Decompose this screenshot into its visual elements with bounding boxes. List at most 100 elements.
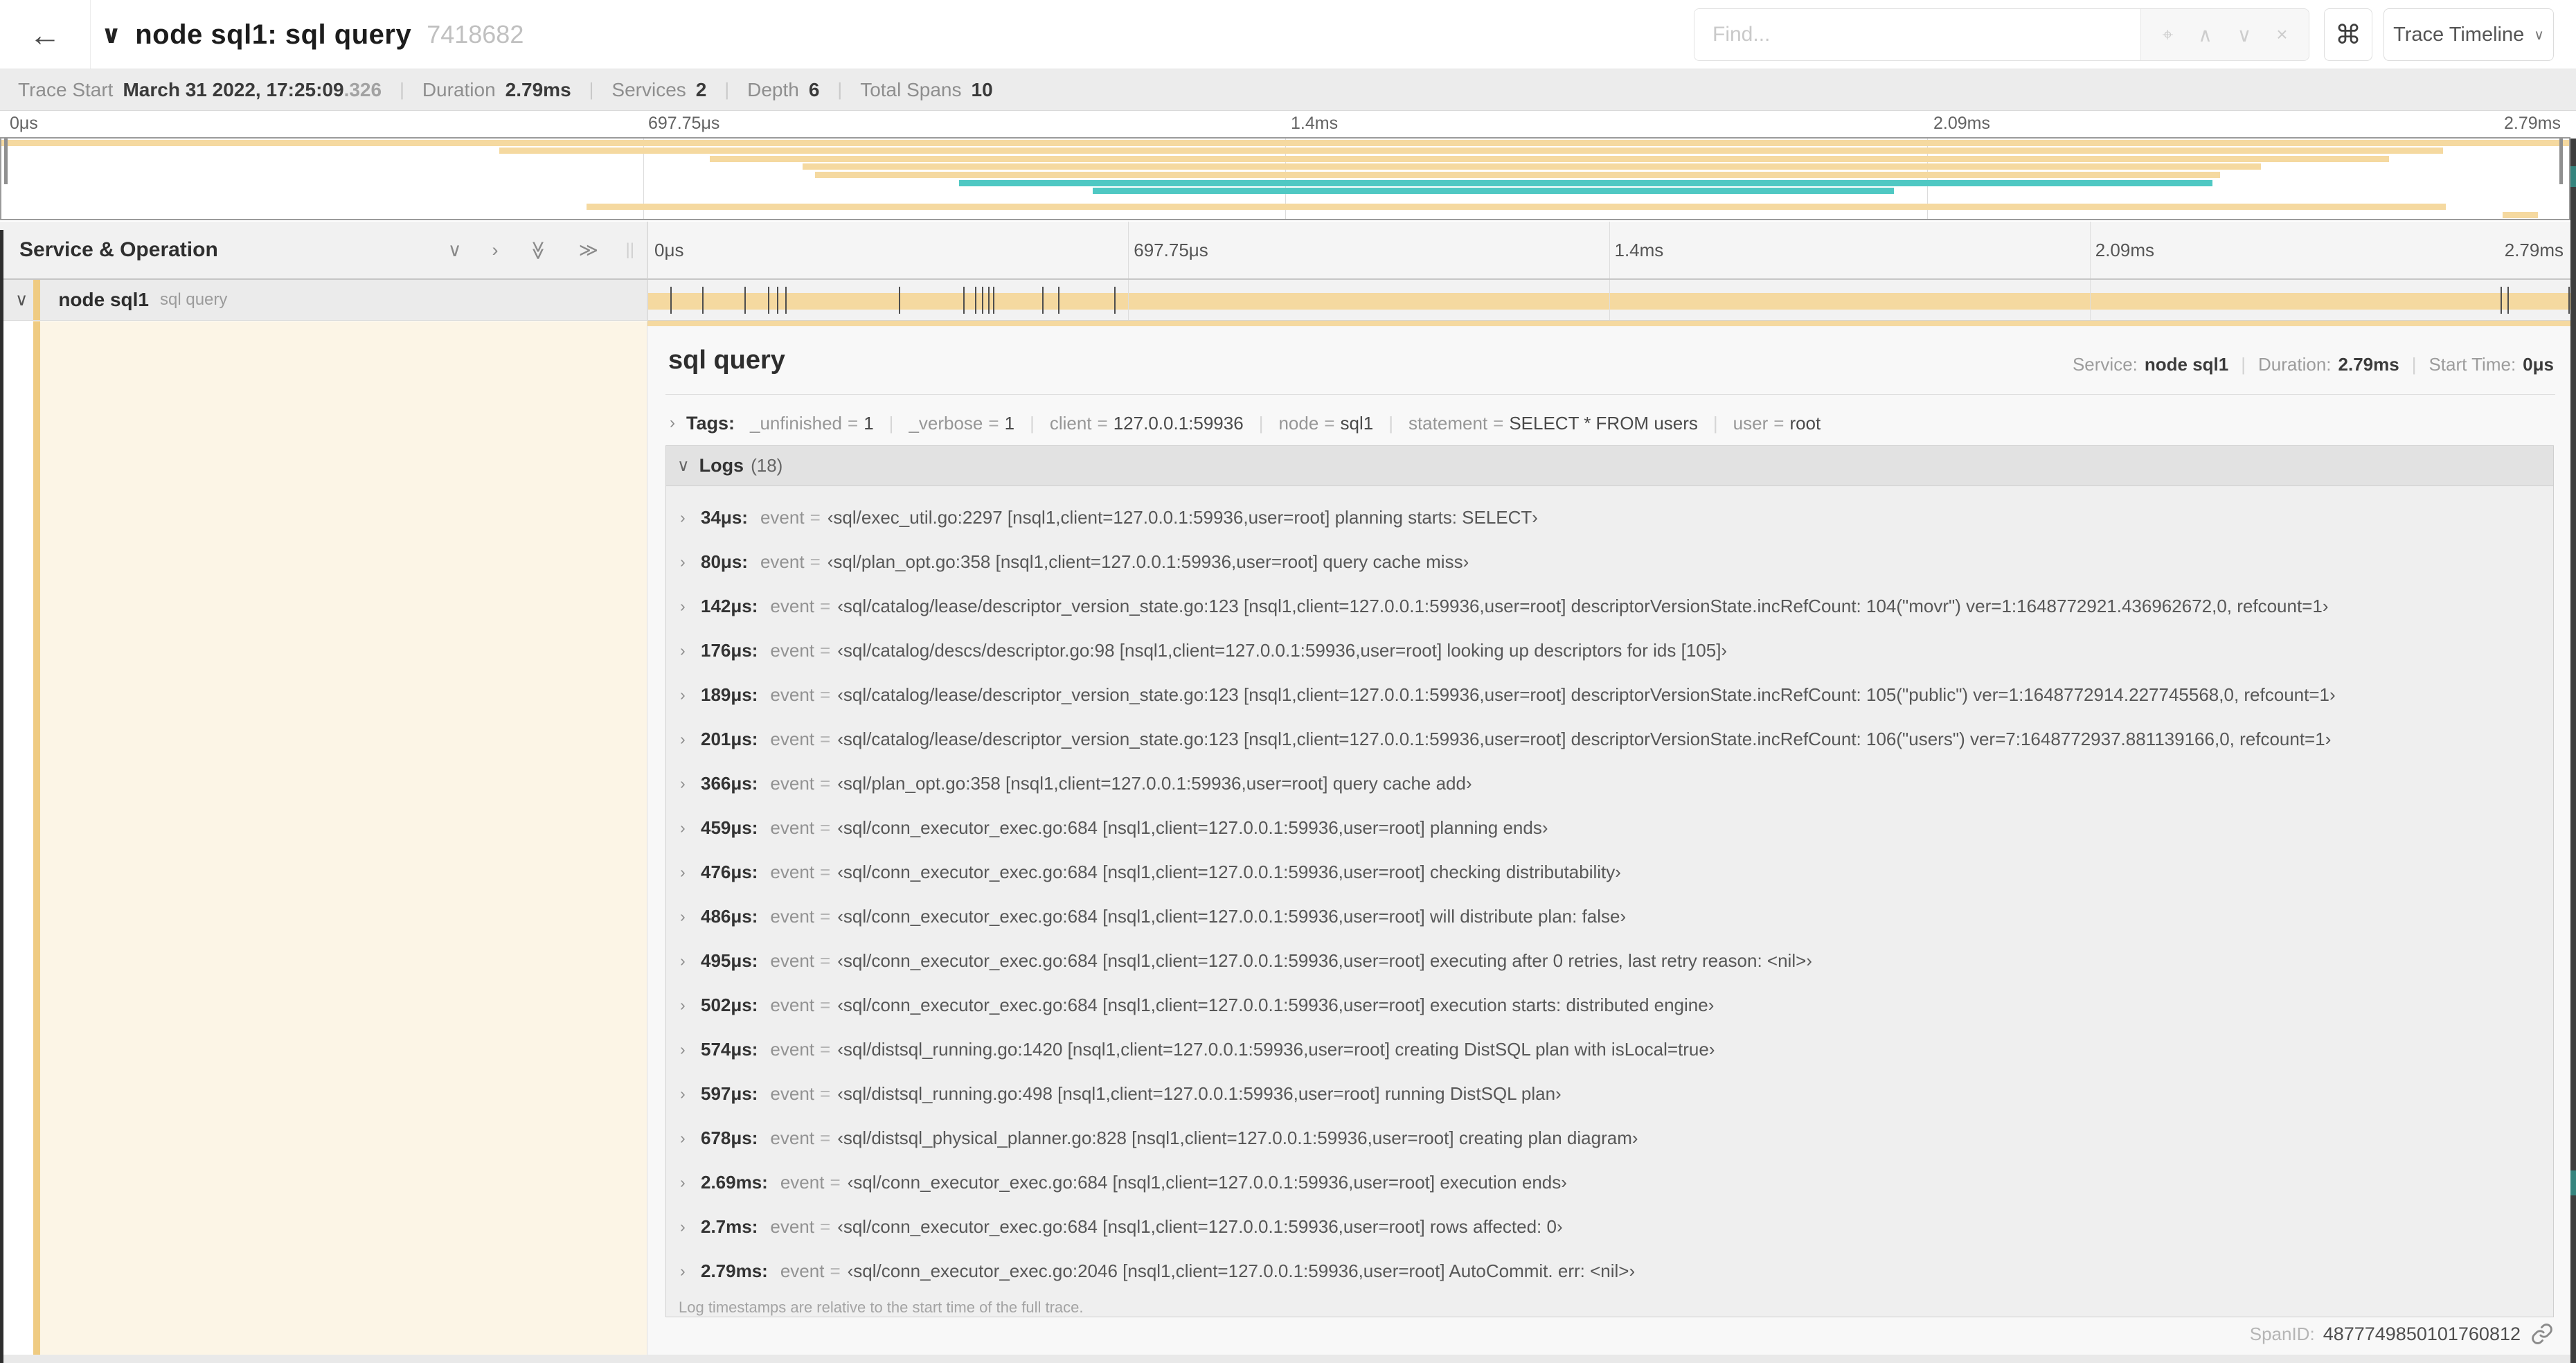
tag-item: _verbose = 1 [909, 413, 1014, 434]
log-row[interactable]: › 597μs: event = ‹sql/distsql_running.go:498… [666, 1071, 2553, 1116]
minimap-span-bar [2502, 211, 2539, 218]
log-row[interactable]: › 201μs: event = ‹sql/catalog/lease/descript… [666, 717, 2553, 761]
span-row-name-cell[interactable]: ∨ node sql1 sql query [0, 280, 647, 321]
log-field-value: ‹sql/distsql_running.go:498 [nsql1,clien… [837, 1083, 1562, 1104]
log-tick [670, 287, 672, 314]
chevron-right-icon[interactable]: › [680, 730, 701, 749]
trace-timeline-view-selector[interactable]: Trace Timeline ∨ [2383, 8, 2554, 61]
chevron-right-icon[interactable]: › [680, 1040, 701, 1059]
chevron-right-icon[interactable]: › [680, 1085, 701, 1103]
equals-sign: = [1097, 412, 1108, 434]
log-timestamp: 176μs: [701, 639, 758, 661]
span-id-label: SpanID: [2249, 1323, 2315, 1344]
equals-sign: = [820, 728, 831, 749]
span-detail-title: sql query [668, 346, 785, 375]
log-tick [777, 287, 779, 314]
log-row[interactable]: › 459μs: event = ‹sql/conn_executor_exec.go:… [666, 805, 2553, 850]
log-row[interactable]: › 574μs: event = ‹sql/distsql_running.go:142… [666, 1027, 2553, 1071]
expand-one-icon[interactable]: › [492, 240, 498, 261]
focus-match-icon[interactable]: ⌖ [2162, 24, 2173, 46]
log-row[interactable]: › 495μs: event = ‹sql/conn_executor_exec.go:… [666, 938, 2553, 983]
deep-link-icon[interactable] [2530, 1322, 2554, 1346]
log-row[interactable]: › 142μs: event = ‹sql/catalog/lease/descript… [666, 584, 2553, 628]
log-field-key: event [770, 861, 815, 882]
log-row[interactable]: › 176μs: event = ‹sql/catalog/descs/descript… [666, 628, 2553, 672]
expand-all-icon[interactable]: ≫ [579, 240, 598, 261]
log-row[interactable]: › 366μs: event = ‹sql/plan_opt.go:358 [nsql1… [666, 761, 2553, 805]
tag-value: sql1 [1340, 412, 1374, 434]
span-row-timeline-cell[interactable] [647, 280, 2570, 321]
trace-timeline-label: Trace Timeline [2393, 23, 2525, 46]
log-tick [1042, 287, 1044, 314]
background-fragment [2570, 1170, 2576, 1195]
chevron-right-icon[interactable]: › [680, 907, 701, 926]
log-row[interactable]: › 2.69ms: event = ‹sql/conn_executor_exec.go… [666, 1160, 2553, 1204]
chevron-right-icon[interactable]: › [680, 1262, 701, 1281]
log-row[interactable]: › 2.79ms: event = ‹sql/conn_executor_exec.go… [666, 1249, 2553, 1293]
tags-row[interactable]: › Tags: _unfinished = 1 | _verbose = 1 | client =… [670, 407, 2557, 440]
equals-sign: = [820, 861, 831, 882]
span-collapse-chevron-icon[interactable]: ∨ [15, 289, 28, 310]
tag-item: user = root [1733, 413, 1821, 434]
chevron-down-icon: ∨ [2534, 27, 2544, 43]
equals-sign: = [820, 1083, 831, 1104]
chevron-right-icon[interactable]: › [680, 508, 701, 527]
chevron-right-icon[interactable]: › [680, 1218, 701, 1236]
chevron-right-icon[interactable]: › [680, 641, 701, 660]
chevron-right-icon[interactable]: › [680, 1173, 701, 1192]
chevron-right-icon[interactable]: › [680, 597, 701, 616]
minimap-left-scrubber[interactable] [4, 139, 8, 184]
equals-sign: = [1324, 412, 1335, 434]
tags-label: Tags: [686, 412, 735, 434]
chevron-right-icon[interactable]: › [680, 774, 701, 793]
chevron-right-icon[interactable]: › [680, 553, 701, 571]
log-row[interactable]: › 34μs: event = ‹sql/exec_util.go:2297 [nsql… [666, 495, 2553, 540]
depth-label: Depth [747, 78, 799, 100]
chevron-right-icon[interactable]: › [680, 863, 701, 882]
log-row[interactable]: › 486μs: event = ‹sql/conn_executor_exec.go:… [666, 894, 2553, 938]
chevron-right-icon[interactable]: › [680, 952, 701, 970]
minimap-right-scrubber[interactable] [2559, 139, 2563, 184]
ruler-tick-label: 2.79ms [2504, 114, 2561, 133]
log-row[interactable]: › 2.7ms: event = ‹sql/conn_executor_exec.go:… [666, 1204, 2553, 1249]
collapse-all-icon[interactable]: ≫ [528, 240, 549, 260]
keyboard-shortcuts-button[interactable]: ⌘ [2324, 8, 2372, 61]
log-field-key: event [770, 1083, 815, 1104]
log-tick [987, 287, 990, 314]
chevron-right-icon[interactable]: › [680, 1129, 701, 1148]
log-row[interactable]: › 476μs: event = ‹sql/conn_executor_exec.go:… [666, 850, 2553, 894]
find-input[interactable] [1694, 9, 2140, 60]
ruler-tick-label: 1.4ms [1614, 240, 1664, 260]
trace-minimap[interactable] [0, 137, 2570, 220]
chevron-right-icon[interactable]: › [680, 996, 701, 1015]
log-row[interactable]: › 189μs: event = ‹sql/catalog/lease/descript… [666, 672, 2553, 717]
separator: | [888, 412, 894, 434]
logs-header[interactable]: ∨ Logs (18) [666, 446, 2553, 486]
log-timestamp: 189μs: [701, 684, 758, 705]
log-tick [768, 287, 770, 314]
log-row[interactable]: › 80μs: event = ‹sql/plan_opt.go:358 [nsql1,… [666, 540, 2553, 584]
log-field-value: ‹sql/catalog/lease/descriptor_version_st… [837, 595, 2329, 616]
separator: | [1258, 412, 1264, 434]
collapse-trace-chevron-icon[interactable]: ∨ [101, 20, 121, 49]
back-button[interactable]: ← [0, 0, 91, 69]
equals-sign: = [820, 1127, 831, 1148]
log-row[interactable]: › 502μs: event = ‹sql/conn_executor_exec.go:… [666, 983, 2553, 1027]
log-field-key: event [770, 1127, 815, 1148]
collapse-one-icon[interactable]: ∨ [448, 240, 462, 261]
tag-item: node = sql1 [1278, 413, 1373, 434]
log-timestamp: 2.79ms: [701, 1260, 768, 1281]
logs-count: (18) [751, 455, 783, 476]
next-match-icon[interactable]: ∨ [2237, 24, 2252, 46]
column-resizer-handle[interactable]: || [626, 240, 634, 260]
log-timestamp: 597μs: [701, 1083, 758, 1104]
ruler-tick-label: 0μs [10, 114, 38, 133]
chevron-right-icon[interactable]: › [680, 819, 701, 837]
page-bottom-strip [0, 1355, 2576, 1363]
chevron-right-icon[interactable]: › [680, 686, 701, 704]
log-row[interactable]: › 678μs: event = ‹sql/distsql_physical_plann… [666, 1116, 2553, 1160]
clear-find-icon[interactable]: × [2276, 24, 2287, 46]
gridline [647, 222, 648, 278]
page-title: node sql1: sql query [135, 19, 412, 50]
prev-match-icon[interactable]: ∧ [2198, 24, 2212, 46]
